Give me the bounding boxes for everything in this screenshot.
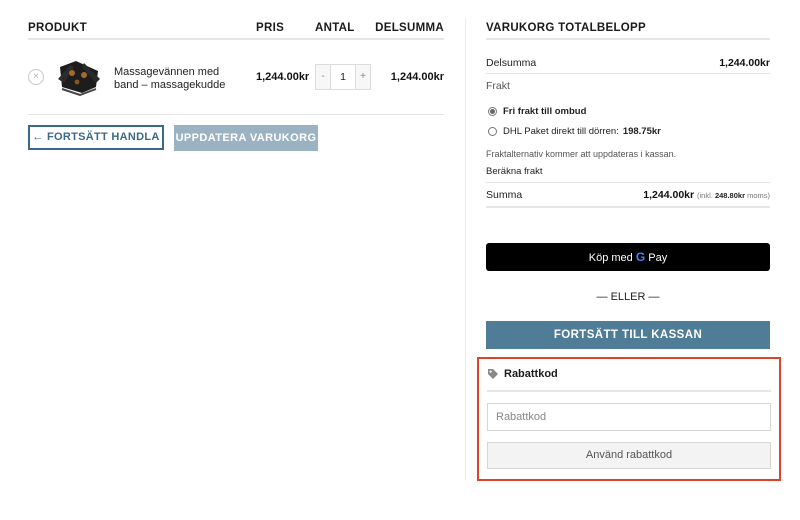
qty-input[interactable]: 1 (330, 65, 356, 89)
tag-icon (488, 369, 498, 379)
shipping-option-free[interactable]: Fri frakt till ombud (488, 106, 586, 117)
coupon-code-input[interactable] (487, 403, 771, 431)
product-thumbnail[interactable] (56, 57, 102, 97)
product-name[interactable]: Massagevännen med band – massagekudde (114, 66, 246, 92)
shipping-option-label: DHL Paket direkt till dörren: (503, 126, 619, 137)
tax-suffix: moms) (747, 191, 770, 200)
google-g-icon: G (635, 250, 646, 264)
coupon-header: Rabattkod (487, 368, 558, 380)
coupon-section: Rabattkod Använd rabattkod (477, 357, 781, 481)
shipping-label: Frakt (486, 80, 510, 92)
apply-coupon-button[interactable]: Använd rabattkod (487, 442, 771, 469)
divider (486, 73, 770, 74)
subtotal-label: Delsumma (486, 57, 537, 69)
coupon-title: Rabattkod (504, 368, 558, 380)
shipping-option-dhl[interactable]: DHL Paket direkt till dörren: 198.75kr (488, 126, 661, 137)
proceed-to-checkout-button[interactable]: FORTSÄTT TILL KASSAN (486, 321, 770, 349)
tax-prefix: (inkl. (697, 191, 713, 200)
tax-note: (inkl. 248.80kr moms) (697, 191, 770, 200)
google-pay-button[interactable]: Köp med G Pay (486, 243, 770, 271)
divider (486, 206, 770, 208)
radio-selected-icon[interactable] (488, 107, 497, 116)
shipping-note: Fraktalternativ kommer att uppdateras i … (486, 149, 677, 159)
header-product: PRODUKT (28, 22, 87, 34)
header-subtotal: DELSUMMA (375, 22, 444, 34)
total-value: 1,244.00kr (inkl. 248.80kr moms) (643, 189, 770, 201)
product-price: 1,244.00kr (256, 71, 310, 83)
update-cart-button[interactable]: UPPDATERA VARUKORG (174, 125, 318, 151)
shipping-option-price: 198.75kr (622, 126, 661, 137)
calculate-shipping-link[interactable]: Beräkna frakt (486, 166, 543, 177)
header-price: PRIS (256, 22, 285, 34)
gpay-brand: Pay (648, 252, 668, 264)
column-divider (465, 18, 466, 480)
radio-icon[interactable] (488, 127, 497, 136)
gpay-prefix: Köp med (588, 252, 633, 264)
total-amount: 1,244.00kr (643, 189, 695, 201)
qty-increase-button[interactable]: + (356, 65, 370, 89)
product-subtotal: 1,244.00kr (390, 71, 444, 83)
header-quantity: ANTAL (315, 22, 355, 34)
continue-shopping-button[interactable]: ← FORTSÄTT HANDLA (28, 125, 164, 150)
divider (487, 390, 771, 392)
subtotal-value: 1,244.00kr (719, 57, 770, 69)
qty-decrease-button[interactable]: - (316, 65, 330, 89)
divider (486, 182, 770, 183)
shipping-option-label: Fri frakt till ombud (503, 106, 587, 117)
quantity-stepper: - 1 + (315, 64, 371, 90)
totals-title: VARUKORG TOTALBELOPP (486, 22, 770, 40)
table-row: × Massagevännen med band – massagekudde … (28, 41, 444, 115)
tax-amount: 248.80kr (714, 191, 745, 200)
total-label: Summa (486, 189, 523, 201)
or-divider: — ELLER — (596, 291, 660, 303)
cart-header: PRODUKT PRIS ANTAL DELSUMMA (28, 22, 444, 40)
remove-item-icon[interactable]: × (28, 69, 44, 85)
